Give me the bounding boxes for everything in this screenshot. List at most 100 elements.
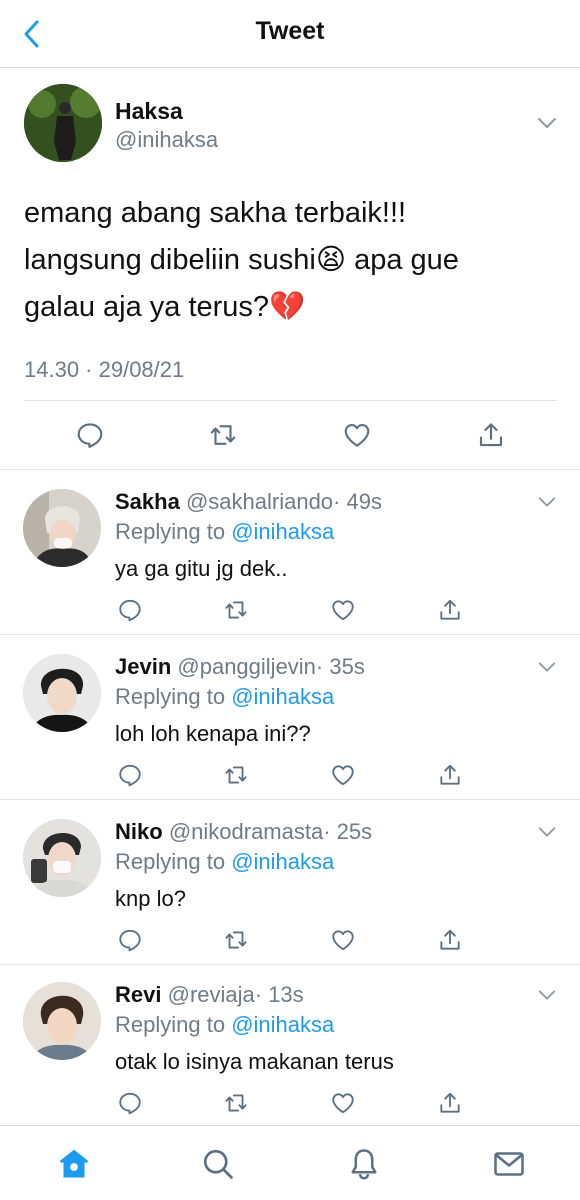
more-options-button[interactable] bbox=[537, 985, 559, 1007]
retweet-icon bbox=[225, 1094, 247, 1112]
divider bbox=[24, 400, 557, 401]
comment-icon bbox=[119, 929, 141, 952]
author-handle[interactable]: @nikodramasta bbox=[169, 819, 323, 844]
retweet-button[interactable] bbox=[221, 595, 251, 625]
author-handle[interactable]: @inihaksa bbox=[115, 127, 218, 153]
reply-text: ya ga gitu jg dek.. bbox=[115, 556, 288, 581]
heart-icon bbox=[332, 1093, 354, 1114]
avatar-photo bbox=[23, 982, 101, 1060]
reply-button[interactable] bbox=[115, 760, 145, 790]
tweet-line: langsung dibeliin sushi😫 apa gue bbox=[24, 244, 459, 276]
top-bar: Tweet bbox=[0, 0, 580, 68]
page-title: Tweet bbox=[255, 17, 325, 45]
author-name[interactable]: Sakha bbox=[115, 489, 180, 514]
mention-link[interactable]: @inihaksa bbox=[231, 519, 334, 544]
bell-icon bbox=[351, 1149, 377, 1180]
nav-home[interactable] bbox=[54, 1144, 94, 1184]
replying-to: Replying to @inihaksa bbox=[115, 519, 334, 545]
reply-button[interactable] bbox=[115, 1088, 145, 1118]
reply-header: Sakha @sakhalriando· 49s bbox=[115, 489, 382, 515]
reply-button[interactable] bbox=[115, 595, 145, 625]
retweet-icon bbox=[225, 931, 247, 949]
retweet-button[interactable] bbox=[206, 418, 240, 452]
reply-header: Jevin @panggiljevin· 35s bbox=[115, 654, 365, 680]
like-button[interactable] bbox=[328, 760, 358, 790]
author-handle[interactable]: @reviaja bbox=[168, 982, 255, 1007]
replying-to: Replying to @inihaksa bbox=[115, 684, 334, 710]
avatar-photo bbox=[24, 84, 102, 162]
avatar[interactable] bbox=[23, 654, 101, 732]
reply-time: · 49s bbox=[333, 489, 382, 514]
share-icon bbox=[440, 764, 460, 785]
reply-button[interactable] bbox=[73, 418, 107, 452]
share-button[interactable] bbox=[435, 925, 465, 955]
like-button[interactable] bbox=[328, 1088, 358, 1118]
reply-time: · 25s bbox=[323, 819, 373, 844]
reply-tweet[interactable]: Niko @nikodramasta· 25s Replying to @ini… bbox=[0, 800, 580, 965]
tweet-line: emang abang sakha terbaik!!! bbox=[24, 197, 407, 229]
heart-icon bbox=[344, 423, 370, 447]
more-options-button[interactable] bbox=[537, 657, 559, 679]
reply-text: otak lo isinya makanan terus bbox=[115, 1049, 394, 1074]
chevron-down-icon bbox=[538, 118, 556, 128]
share-button[interactable] bbox=[435, 760, 465, 790]
author-handle[interactable]: @sakhalriando bbox=[186, 489, 333, 514]
heart-icon bbox=[332, 600, 354, 621]
heart-icon bbox=[332, 930, 354, 951]
avatar[interactable] bbox=[24, 84, 102, 162]
search-icon bbox=[203, 1149, 233, 1179]
like-button[interactable] bbox=[328, 925, 358, 955]
reply-tweet[interactable]: Revi @reviaja· 13s Replying to @inihaksa… bbox=[0, 963, 580, 1128]
comment-icon bbox=[119, 764, 141, 787]
retweet-icon bbox=[225, 601, 247, 619]
bottom-nav bbox=[0, 1125, 580, 1200]
avatar[interactable] bbox=[23, 819, 101, 897]
comment-icon bbox=[119, 1092, 141, 1115]
replying-to-label: Replying to bbox=[115, 684, 232, 709]
author-name[interactable]: Revi bbox=[115, 982, 161, 1007]
retweet-icon bbox=[225, 766, 247, 784]
share-button[interactable] bbox=[435, 595, 465, 625]
reply-button[interactable] bbox=[115, 925, 145, 955]
comment-icon bbox=[77, 423, 103, 448]
reply-text: knp lo? bbox=[115, 886, 186, 911]
avatar-photo bbox=[23, 489, 101, 567]
more-options-button[interactable] bbox=[537, 822, 559, 844]
home-icon bbox=[59, 1149, 89, 1178]
heart-icon bbox=[332, 765, 354, 786]
like-button[interactable] bbox=[328, 595, 358, 625]
reply-tweet[interactable]: Sakha @sakhalriando· 49s Replying to @in… bbox=[0, 470, 580, 635]
avatar-photo bbox=[23, 819, 101, 897]
mail-icon bbox=[494, 1152, 524, 1176]
retweet-button[interactable] bbox=[221, 925, 251, 955]
author-handle[interactable]: @panggiljevin bbox=[177, 654, 316, 679]
reply-header: Revi @reviaja· 13s bbox=[115, 982, 304, 1008]
nav-search[interactable] bbox=[198, 1144, 238, 1184]
chevron-down-icon bbox=[538, 662, 556, 672]
mention-link[interactable]: @inihaksa bbox=[231, 1012, 334, 1037]
author-name[interactable]: Niko bbox=[115, 819, 163, 844]
more-options-button[interactable] bbox=[537, 492, 559, 514]
share-button[interactable] bbox=[435, 1088, 465, 1118]
like-button[interactable] bbox=[340, 418, 374, 452]
avatar[interactable] bbox=[23, 982, 101, 1060]
author-name[interactable]: Jevin bbox=[115, 654, 171, 679]
mention-link[interactable]: @inihaksa bbox=[231, 684, 334, 709]
tweet-line: galau aja ya terus?💔 bbox=[24, 291, 306, 323]
author-name[interactable]: Haksa bbox=[115, 98, 183, 125]
replying-to-label: Replying to bbox=[115, 1012, 232, 1037]
nav-messages[interactable] bbox=[489, 1144, 529, 1184]
retweet-button[interactable] bbox=[221, 1088, 251, 1118]
retweet-button[interactable] bbox=[221, 760, 251, 790]
share-button[interactable] bbox=[474, 418, 508, 452]
chevron-down-icon bbox=[538, 827, 556, 837]
avatar[interactable] bbox=[23, 489, 101, 567]
tweet-timestamp[interactable]: 14.30 · 29/08/21 bbox=[24, 357, 184, 383]
retweet-icon bbox=[210, 425, 236, 445]
reply-tweet[interactable]: Jevin @panggiljevin· 35s Replying to @in… bbox=[0, 635, 580, 800]
share-icon bbox=[440, 1092, 460, 1113]
nav-notifications[interactable] bbox=[344, 1144, 384, 1184]
more-options-button[interactable] bbox=[536, 112, 558, 134]
mention-link[interactable]: @inihaksa bbox=[231, 849, 334, 874]
share-icon bbox=[440, 599, 460, 620]
